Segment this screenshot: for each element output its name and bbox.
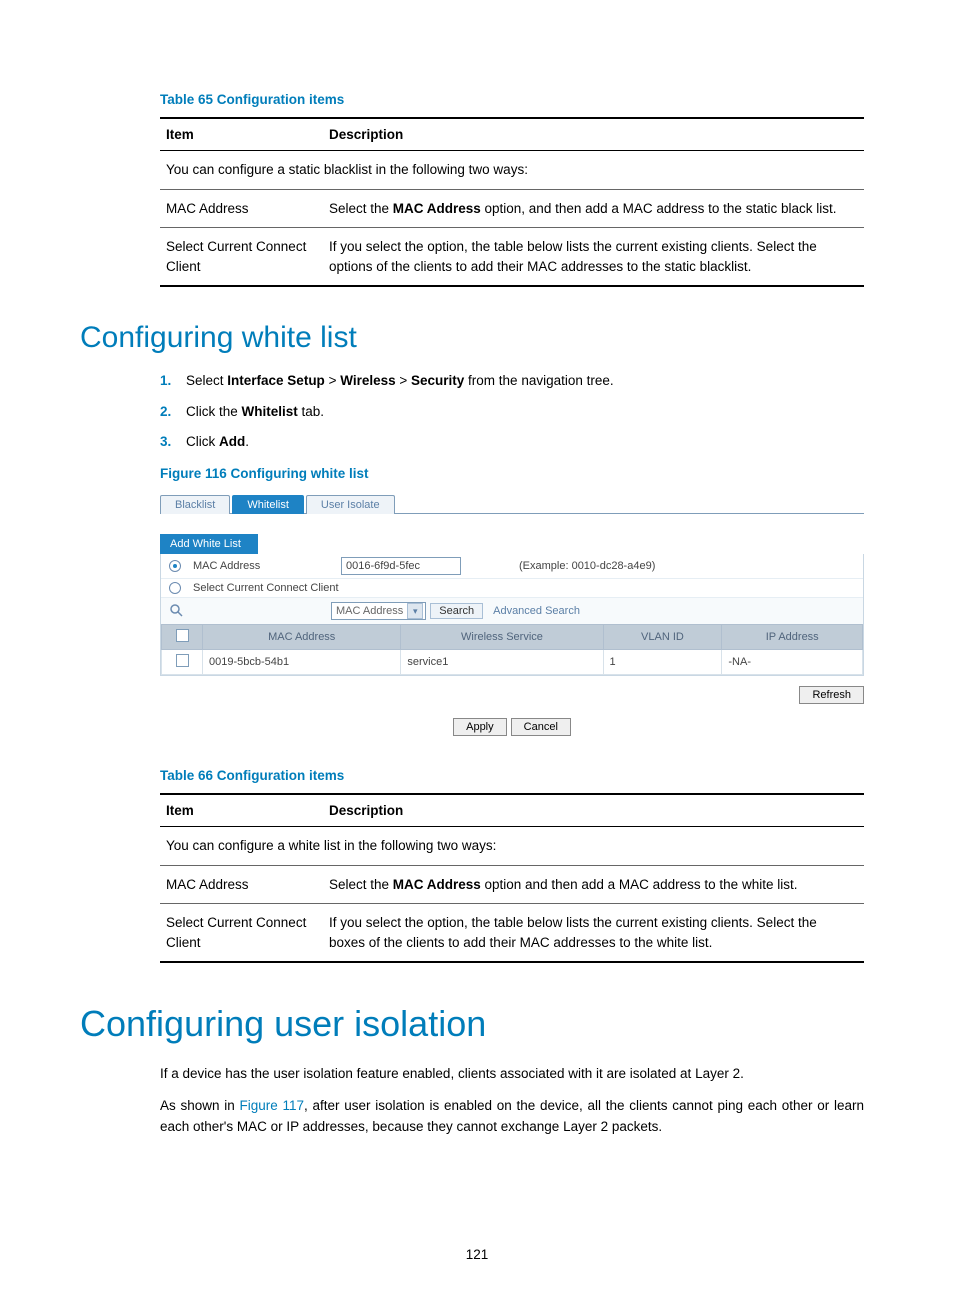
figure-116: Blacklist Whitelist User Isolate Add Whi…	[160, 491, 864, 736]
whitelist-steps: 1. Select Interface Setup > Wireless > S…	[160, 371, 864, 452]
isolation-paragraph-1: If a device has the user isolation featu…	[160, 1063, 864, 1085]
th-wireless-service: Wireless Service	[401, 625, 603, 650]
table-row-desc: Select the MAC Address option, and then …	[329, 189, 864, 228]
apply-button[interactable]: Apply	[453, 718, 507, 736]
table-65-caption: Table 65 Configuration items	[160, 92, 864, 107]
search-icon	[169, 603, 183, 619]
cell-mac: 0019-5bcb-54b1	[203, 650, 401, 675]
th-vlan-id: VLAN ID	[603, 625, 722, 650]
tabs: Blacklist Whitelist User Isolate	[160, 491, 864, 514]
refresh-button[interactable]: Refresh	[799, 686, 864, 704]
table-row-item: Select Current Connect Client	[160, 904, 329, 963]
table-65: Item Description You can configure a sta…	[160, 117, 864, 287]
table-row-desc: Select the MAC Address option and then a…	[329, 865, 864, 904]
mac-address-label: MAC Address	[193, 560, 333, 572]
th-desc: Description	[329, 794, 864, 827]
table-66-caption: Table 66 Configuration items	[160, 768, 864, 783]
table-row-item: MAC Address	[160, 189, 329, 228]
cancel-button[interactable]: Cancel	[511, 718, 571, 736]
th-ip-address: IP Address	[722, 625, 863, 650]
mac-address-input[interactable]: 0016-6f9d-5fec	[341, 557, 461, 575]
figure-117-link[interactable]: Figure 117	[239, 1098, 304, 1113]
heading-whitelist: Configuring white list	[80, 321, 874, 355]
cell-ip: -NA-	[722, 650, 863, 675]
table-row-item: Select Current Connect Client	[160, 228, 329, 287]
chevron-down-icon: ▾	[407, 603, 423, 619]
th-desc: Description	[329, 118, 864, 151]
table-row-desc: If you select the option, the table belo…	[329, 904, 864, 963]
tab-user-isolate[interactable]: User Isolate	[306, 495, 395, 514]
tab-blacklist[interactable]: Blacklist	[160, 495, 230, 514]
step-num: 1.	[160, 371, 186, 391]
table-66: Item Description You can configure a whi…	[160, 793, 864, 963]
step-num: 2.	[160, 402, 186, 422]
cell-ws: service1	[401, 650, 603, 675]
search-field-dropdown[interactable]: MAC Address ▾	[331, 602, 426, 620]
step-text: Select Interface Setup > Wireless > Secu…	[186, 371, 614, 391]
step-text: Click the Whitelist tab.	[186, 402, 324, 422]
select-current-client-label: Select Current Connect Client	[193, 582, 339, 594]
isolation-paragraph-2: As shown in Figure 117, after user isola…	[160, 1095, 864, 1138]
mac-example-text: (Example: 0010-dc28-a4e9)	[519, 560, 655, 572]
add-white-list-bar: Add White List	[160, 534, 258, 554]
heading-user-isolation: Configuring user isolation	[80, 1003, 874, 1045]
select-all-checkbox[interactable]	[176, 629, 189, 642]
step-text: Click Add.	[186, 432, 249, 452]
page-number: 121	[0, 1247, 954, 1262]
table-66-intro: You can configure a white list in the fo…	[160, 827, 864, 866]
advanced-search-link[interactable]: Advanced Search	[493, 605, 580, 617]
table-row-item: MAC Address	[160, 865, 329, 904]
cell-vlan: 1	[603, 650, 722, 675]
clients-table: MAC Address Wireless Service VLAN ID IP …	[161, 624, 863, 675]
table-row: 0019-5bcb-54b1 service1 1 -NA-	[162, 650, 863, 675]
table-65-intro: You can configure a static blacklist in …	[160, 151, 864, 190]
radio-select-current-client[interactable]	[169, 582, 181, 594]
tab-whitelist[interactable]: Whitelist	[232, 495, 304, 514]
search-button[interactable]: Search	[430, 603, 483, 619]
radio-mac-address[interactable]	[169, 560, 181, 572]
step-num: 3.	[160, 432, 186, 452]
figure-116-caption: Figure 116 Configuring white list	[160, 466, 864, 481]
th-item: Item	[160, 118, 329, 151]
table-row-desc: If you select the option, the table belo…	[329, 228, 864, 287]
th-item: Item	[160, 794, 329, 827]
row-checkbox[interactable]	[176, 654, 189, 667]
th-mac: MAC Address	[203, 625, 401, 650]
